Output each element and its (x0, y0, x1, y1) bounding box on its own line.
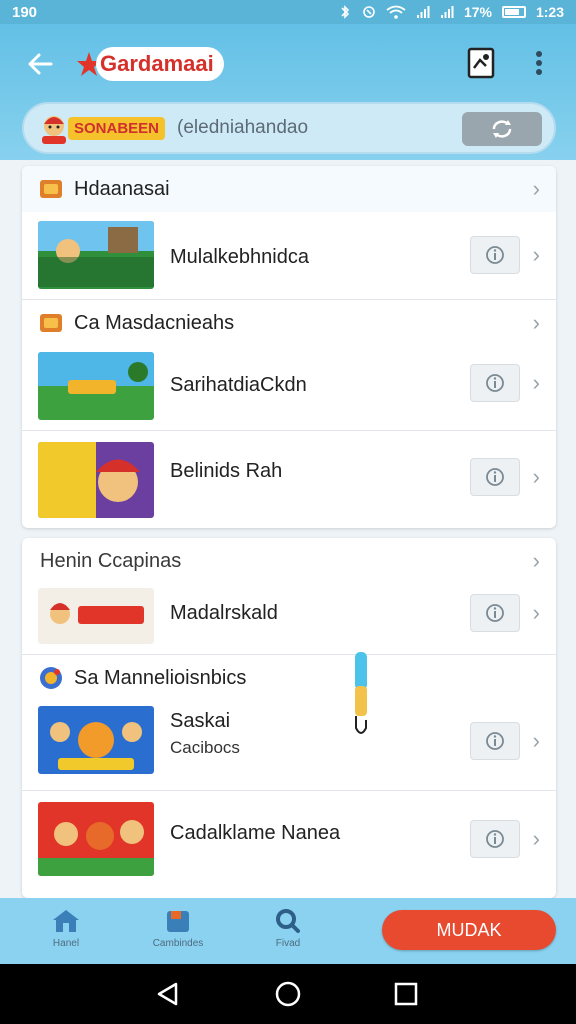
nav-label: Hanel (52, 938, 80, 949)
info-icon (486, 732, 504, 750)
section-header[interactable]: Henin Ccapinas › (22, 538, 556, 584)
section-card-2: Henin Ccapinas › Madalrskald › Sa Mannel… (22, 538, 556, 898)
item-subtitle: Cacibocs (170, 738, 240, 757)
section-title: Henin Ccapinas (40, 549, 182, 572)
nfc-icon (363, 6, 375, 18)
list-item[interactable]: Saskai Cacibocs › (22, 700, 556, 786)
list-item[interactable]: Belinids Rah › (22, 436, 556, 522)
chevron-right-icon: › (532, 728, 540, 753)
app-bar: Gardamaai SONABEEN (eledniahandao (0, 24, 576, 160)
signal-icon (416, 6, 430, 18)
game-badge-icon (40, 667, 62, 689)
subsection-header[interactable]: Ca Masdacnieahs › (22, 300, 556, 346)
chevron-right-icon: › (532, 464, 540, 489)
battery-percent: 17% (463, 4, 492, 20)
item-title: Madalrskald (170, 602, 278, 624)
info-icon (486, 830, 504, 848)
item-title: Mulalkebhnidca (170, 246, 309, 268)
chevron-right-icon: › (532, 548, 540, 573)
search-bar[interactable]: SONABEEN (eledniahandao (22, 102, 556, 154)
info-button[interactable] (470, 594, 520, 632)
battery-icon (501, 6, 526, 18)
list-item[interactable]: Cadalklame Nanea › (22, 796, 556, 882)
primary-cta-button[interactable]: MUDAK (382, 910, 556, 950)
bottom-nav: Hanel Cambindes Fivad MUDAK (0, 898, 576, 964)
refresh-icon (492, 120, 512, 138)
divider (22, 430, 556, 431)
divider (22, 790, 556, 791)
list-item[interactable]: Madalrskald › (22, 584, 556, 654)
section-title: Hdaanasai (74, 177, 170, 200)
refresh-button[interactable] (462, 112, 542, 146)
scroll-indicator[interactable] (354, 652, 368, 742)
chevron-right-icon: › (532, 826, 540, 851)
app-logo: Gardamaai (76, 44, 224, 84)
chevron-right-icon: › (532, 310, 540, 335)
folder-icon (40, 314, 62, 332)
nav-label: Cambindes (152, 938, 204, 949)
home-icon (53, 910, 79, 932)
info-icon (486, 246, 504, 264)
mascot-icon (42, 116, 66, 144)
info-icon (486, 604, 504, 622)
subsection-header[interactable]: Sa Mannelioisnbics (22, 656, 556, 700)
game-thumbnail (38, 442, 154, 518)
wifi-icon (386, 5, 406, 19)
subsection-title: Ca Masdacnieahs (74, 311, 235, 334)
search-icon (276, 909, 300, 933)
info-button[interactable] (470, 820, 520, 858)
bluetooth-icon (341, 5, 350, 19)
info-button[interactable] (470, 458, 520, 496)
info-button[interactable] (470, 364, 520, 402)
status-time: 1:23 (535, 4, 564, 20)
item-title: Saskai (170, 710, 231, 732)
item-title: Cadalklame Nanea (170, 822, 341, 844)
game-thumbnail (38, 221, 154, 289)
item-title: Belinids Rah (170, 460, 283, 482)
section-header[interactable]: Hdaanasai › (22, 166, 556, 212)
chevron-right-icon: › (532, 370, 540, 395)
status-bar: 190 17% 1:23 (0, 0, 576, 24)
recents-nav-icon[interactable] (392, 980, 420, 1008)
nav-categories[interactable]: Cambindes (138, 908, 218, 949)
section-card-1: Hdaanasai › Mulalkebhnidca › Ca Masdacni… (22, 166, 556, 528)
search-input[interactable]: (eledniahandao (177, 117, 308, 139)
subsection-title: Sa Mannelioisnbics (74, 666, 247, 689)
game-thumbnail (38, 706, 154, 774)
back-nav-icon[interactable] (154, 980, 182, 1008)
game-thumbnail (38, 588, 154, 644)
info-icon (486, 468, 504, 486)
more-vert-icon[interactable] (522, 46, 556, 80)
signal-icon-2 (440, 6, 454, 18)
search-brand-label: SONABEEN (68, 116, 166, 140)
status-left-time: 190 (12, 3, 38, 21)
nav-label: Fivad (275, 938, 301, 949)
item-title: SarihatdiaCkdn (170, 374, 307, 396)
system-nav-bar (0, 964, 576, 1024)
chevron-right-icon: › (532, 176, 540, 201)
app-title: Gardamaai (96, 47, 224, 81)
game-thumbnail (38, 352, 154, 420)
document-icon[interactable] (464, 46, 498, 80)
back-arrow-icon[interactable] (22, 46, 58, 82)
home-nav-icon[interactable] (274, 980, 302, 1008)
list-item[interactable]: Mulalkebhnidca › (22, 216, 556, 298)
info-button[interactable] (470, 236, 520, 274)
divider (22, 654, 556, 655)
categories-icon (167, 911, 189, 932)
info-button[interactable] (470, 722, 520, 760)
folder-icon (40, 180, 62, 198)
chevron-right-icon: › (532, 242, 540, 267)
nav-search[interactable]: Fivad (248, 908, 328, 949)
chevron-right-icon: › (532, 600, 540, 625)
list-item[interactable]: SarihatdiaCkdn › (22, 346, 556, 428)
game-thumbnail (38, 802, 154, 876)
nav-home[interactable]: Hanel (26, 908, 106, 949)
info-icon (486, 374, 504, 392)
